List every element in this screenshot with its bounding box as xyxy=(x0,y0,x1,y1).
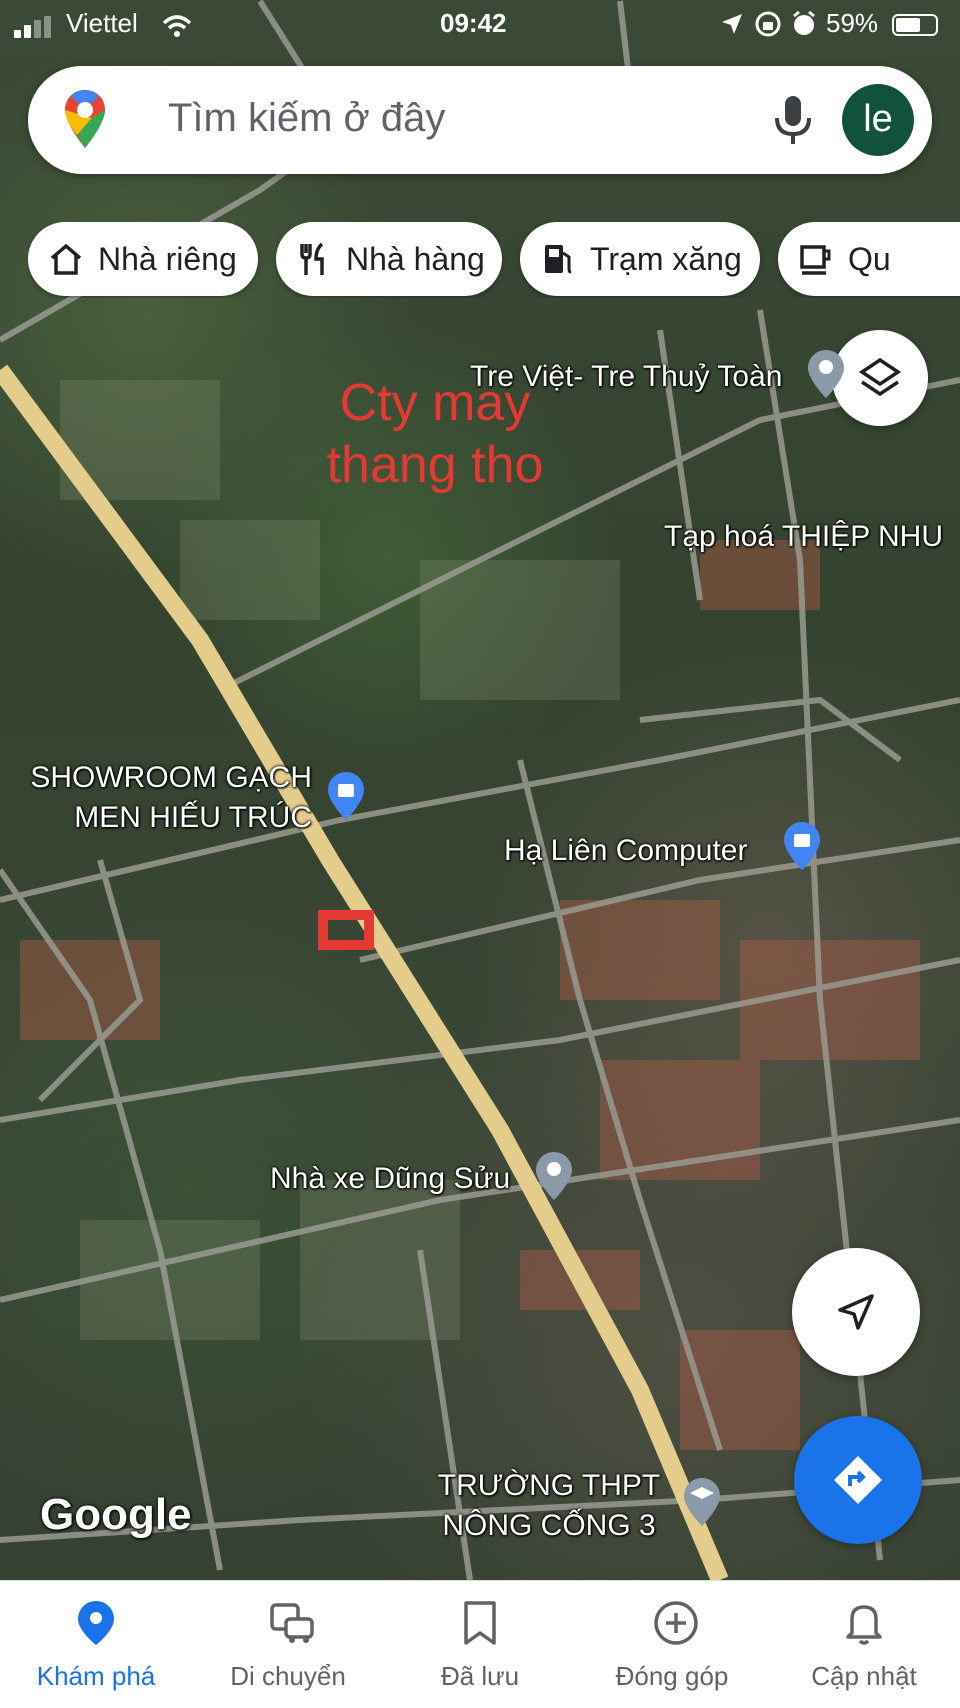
nav-label: Khám phá xyxy=(36,1661,156,1691)
chip-label: Nhà hàng xyxy=(346,240,485,277)
place-label[interactable]: Nhà xe Dũng Sửu xyxy=(270,1162,510,1196)
chip-gas-stations[interactable]: Trạm xăng xyxy=(520,222,760,296)
battery-percent: 59% xyxy=(826,8,879,38)
location-arrow-icon xyxy=(722,14,742,34)
chip-label: Qu xyxy=(848,240,891,277)
place-label[interactable]: Tạp hoá THIỆP NHU xyxy=(664,520,943,554)
directions-button[interactable] xyxy=(794,1416,922,1544)
place-label[interactable]: TRƯỜNG THPT NÔNG CỐNG 3 xyxy=(424,1466,674,1546)
nav-updates[interactable]: Cập nhật xyxy=(768,1581,960,1708)
chip-restaurants[interactable]: Nhà hàng xyxy=(276,222,502,296)
shopping-pin-icon[interactable] xyxy=(782,820,822,872)
nav-label: Cập nhật xyxy=(811,1661,917,1691)
wifi-icon xyxy=(162,15,192,37)
category-chips: Nhà riêng Nhà hàng Trạm xăng Qu xyxy=(28,222,960,298)
chip-coffee[interactable]: Qu xyxy=(778,222,960,296)
nav-contribute[interactable]: Đóng góp xyxy=(576,1581,768,1708)
add-circle-icon xyxy=(654,1601,698,1645)
directions-icon xyxy=(834,1456,882,1504)
google-attribution: Google xyxy=(40,1490,192,1539)
nav-saved[interactable]: Đã lưu xyxy=(384,1581,576,1708)
account-avatar[interactable]: le xyxy=(842,84,914,156)
commute-icon xyxy=(270,1603,314,1643)
gas-station-icon xyxy=(545,245,572,274)
microphone-icon[interactable] xyxy=(772,94,814,146)
my-location-button[interactable] xyxy=(792,1248,920,1376)
coffee-icon xyxy=(800,245,831,275)
nav-commute[interactable]: Di chuyển xyxy=(192,1581,384,1708)
nav-label: Di chuyển xyxy=(230,1661,346,1691)
bottom-navigation: Khám phá Di chuyển Đã lưu Đóng góp Cập n… xyxy=(0,1580,960,1708)
signal-icon xyxy=(14,16,54,38)
place-label[interactable]: Tre Việt- Tre Thuỷ Toàn xyxy=(470,360,782,394)
navigation-arrow-icon xyxy=(838,1294,874,1330)
clock: 09:42 xyxy=(440,8,507,38)
chip-label: Nhà riêng xyxy=(98,240,237,277)
search-input[interactable]: Tìm kiếm ở đây xyxy=(168,96,445,141)
chip-home[interactable]: Nhà riêng xyxy=(28,222,258,296)
status-bar: Viettel 09:42 59% xyxy=(0,0,960,50)
place-pin-icon[interactable] xyxy=(534,1150,574,1202)
search-bar[interactable]: Tìm kiếm ở đây le xyxy=(28,66,932,174)
carrier-name: Viettel xyxy=(66,8,138,38)
place-pin-icon[interactable] xyxy=(806,348,846,400)
shopping-pin-icon[interactable] xyxy=(326,770,366,822)
place-label[interactable]: SHOWROOM GẠCH MEN HIẾU TRÚC xyxy=(8,758,312,838)
chip-label: Trạm xăng xyxy=(590,240,742,277)
restaurant-icon xyxy=(300,242,324,275)
bell-icon xyxy=(846,1605,882,1645)
nav-label: Đã lưu xyxy=(440,1661,520,1691)
map-layers-button[interactable] xyxy=(832,330,928,426)
google-maps-logo-icon xyxy=(65,90,105,148)
alarm-icon xyxy=(793,10,815,35)
nav-label: Đóng góp xyxy=(615,1661,729,1691)
school-pin-icon[interactable] xyxy=(682,1476,722,1528)
bookmark-icon xyxy=(464,1601,496,1645)
marked-plot-box xyxy=(318,910,374,950)
place-label[interactable]: Hạ Liên Computer xyxy=(504,834,747,868)
rotation-lock-icon xyxy=(755,11,781,37)
nav-explore[interactable]: Khám phá xyxy=(0,1581,192,1708)
layers-icon xyxy=(858,357,902,397)
battery-icon xyxy=(892,14,938,36)
explore-pin-icon xyxy=(78,1601,114,1645)
home-icon xyxy=(50,243,82,275)
